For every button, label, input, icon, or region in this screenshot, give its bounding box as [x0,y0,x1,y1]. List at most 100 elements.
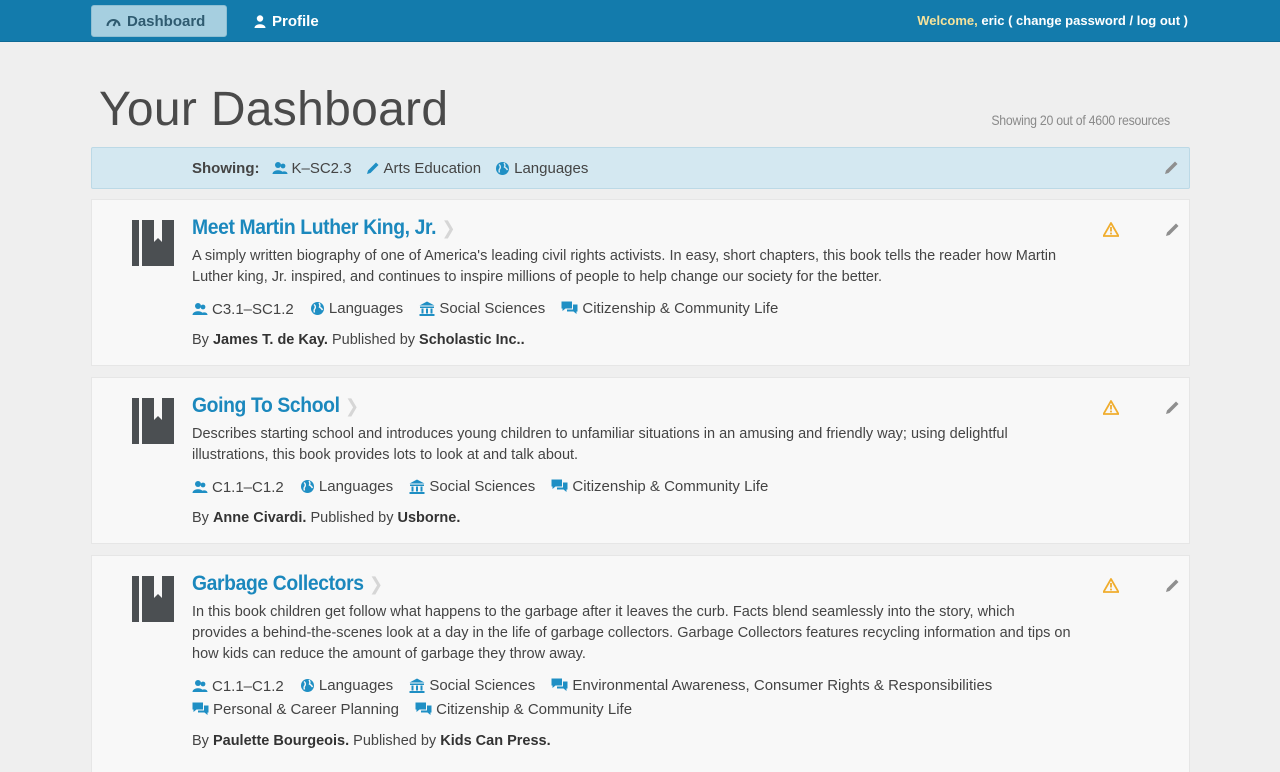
comments-icon [415,702,432,717]
published-label: Published by [331,332,416,348]
tag-standard[interactable]: C3.1–SC1.2 [192,299,294,320]
tag-label: C1.1–C1.2 [212,677,284,695]
edit-filter-pencil-icon[interactable] [1164,160,1179,179]
published-label: Published by [310,510,394,526]
filter-label: Showing: [192,159,260,177]
tag-subject[interactable]: Social Sciences [409,675,535,696]
resource-tags: C3.1–SC1.2 Languages Social Sciences Cit… [192,298,1072,322]
resource-title: Going To School [192,394,340,417]
nav-dashboard-button[interactable]: Dashboard [91,5,227,37]
resource-byline: By Anne Civardi. Published by Usborne. [192,510,1072,526]
comments-icon [192,702,209,717]
resource-title-link[interactable]: Meet Martin Luther King, Jr. ❯ [192,216,1002,240]
publisher: Usborne. [397,510,461,526]
nav-profile-label: Profile [272,12,319,30]
tag-label: Languages [328,300,404,317]
edit-pencil-icon[interactable] [1165,578,1180,598]
resource-title-link[interactable]: Garbage Collectors ❯ [192,572,1002,596]
edit-pencil-icon[interactable] [1165,400,1180,420]
user-icon [254,14,266,28]
warning-icon[interactable] [1102,578,1120,598]
nav-profile-button[interactable]: Profile [240,5,333,37]
filter-tag-subject[interactable]: Arts Education [366,159,482,177]
change-password-link[interactable]: ( change password [1008,13,1126,28]
filter-tag-label: Languages [514,159,589,177]
filter-tag-label: Arts Education [383,159,482,177]
by-label: By [192,733,209,749]
book-icon [132,398,174,449]
author: James T. de Kay. [212,332,328,348]
by-label: By [192,510,209,526]
tag-language[interactable]: Languages [300,476,393,497]
filter-tag-standard[interactable]: K–SC2.3 [272,160,352,177]
nav-dashboard-label: Dashboard [127,12,206,30]
resource-title: Meet Martin Luther King, Jr. [192,216,437,239]
by-label: By [192,332,209,348]
chevron-right-icon: ❯ [369,573,383,594]
tag-theme[interactable]: Citizenship & Community Life [415,699,632,720]
globe-icon [495,161,510,176]
published-label: Published by [353,733,437,749]
warning-icon[interactable] [1102,222,1120,242]
resource-byline: By James T. de Kay. Published by Scholas… [192,332,1072,348]
resource-card: Meet Martin Luther King, Jr. ❯ A simply w… [91,199,1190,366]
tag-theme[interactable]: Citizenship & Community Life [561,298,778,319]
tag-label: Personal & Career Planning [213,701,399,718]
comments-icon [551,479,568,494]
users-icon [192,480,208,494]
chevron-right-icon: ❯ [345,395,359,416]
tag-language[interactable]: Languages [300,675,393,696]
institution-icon [409,479,425,494]
globe-icon [300,479,315,494]
welcome-text: Welcome, eric ( change password / log ou… [917,13,1188,28]
resource-card: Going To School ❯ Describes starting scho… [91,377,1190,544]
users-icon [192,302,208,316]
globe-icon [300,678,315,693]
tag-theme[interactable]: Citizenship & Community Life [551,476,768,497]
tag-standard[interactable]: C1.1–C1.2 [192,477,284,498]
chevron-right-icon: ❯ [441,217,456,238]
tag-standard[interactable]: C1.1–C1.2 [192,676,284,697]
institution-icon [409,678,425,693]
pencil-icon [366,161,380,175]
nav-separator: / [1129,13,1134,28]
tag-label: Environmental Awareness, Consumer Rights… [572,677,993,694]
resource-description: Describes starting school and introduces… [192,426,1008,463]
filter-bar: Showing: K–SC2.3 Arts Education Language… [91,147,1190,189]
resource-tags: C1.1–C1.2 Languages Social Sciences Envi… [192,675,1072,723]
tag-label: C1.1–C1.2 [212,478,284,496]
tag-subject[interactable]: Social Sciences [419,298,545,319]
tag-label: Social Sciences [429,677,536,694]
tag-label: Social Sciences [439,300,546,317]
users-icon [192,679,208,693]
resource-card: Garbage Collectors ❯ In this book childre… [91,555,1190,772]
filter-tag-language[interactable]: Languages [495,160,588,177]
resource-title: Garbage Collectors [192,572,364,595]
users-icon [272,161,288,175]
resource-title-link[interactable]: Going To School ❯ [192,394,1002,418]
welcome-prefix: Welcome, [917,13,978,28]
dashboard-gauge-icon [106,15,121,27]
warning-icon[interactable] [1102,400,1120,420]
tag-label: Citizenship & Community Life [582,300,779,317]
tag-label: Social Sciences [429,478,536,495]
resource-count: Showing 20 out of 4600 resources [991,112,1170,128]
tag-label: C3.1–SC1.2 [212,300,294,318]
tag-language[interactable]: Languages [310,298,403,319]
resource-tags: C1.1–C1.2 Languages Social Sciences Citi… [192,476,1072,500]
institution-icon [419,301,435,316]
globe-icon [310,301,325,316]
edit-pencil-icon[interactable] [1165,222,1180,242]
page-title: Your Dashboard [99,83,449,136]
author: Paulette Bourgeois. [212,733,350,749]
tag-subject[interactable]: Social Sciences [409,476,535,497]
filter-tag-label: K–SC2.3 [291,159,352,177]
tag-theme[interactable]: Personal & Career Planning [192,699,399,720]
log-out-link[interactable]: log out ) [1137,13,1188,28]
tag-label: Languages [318,677,394,694]
tag-theme[interactable]: Environmental Awareness, Consumer Rights… [551,675,992,696]
top-navbar: Dashboard Profile Welcome, eric ( change… [0,0,1280,42]
username: eric [981,13,1005,28]
tag-label: Citizenship & Community Life [572,478,769,495]
publisher: Scholastic Inc.. [419,332,525,348]
